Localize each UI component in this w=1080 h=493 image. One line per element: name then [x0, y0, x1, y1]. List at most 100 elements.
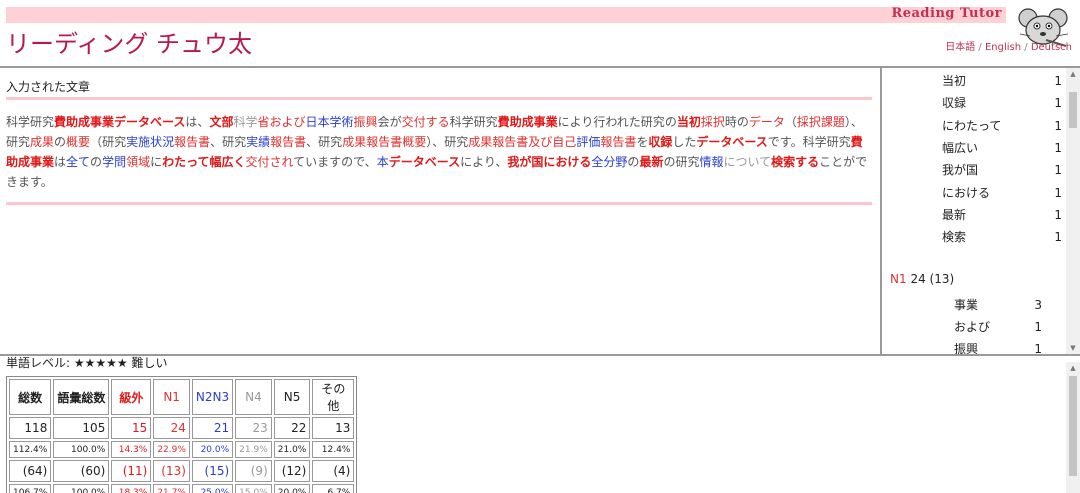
word-text: 我が国 [942, 163, 979, 178]
passage-word-kw[interactable]: 当初 [677, 115, 701, 129]
word-list-item[interactable]: 事業 3 [954, 294, 1042, 316]
passage-text: に [150, 155, 163, 169]
passage-text: （ [784, 115, 797, 129]
word-list-item[interactable]: 当初 1 [942, 70, 1062, 92]
word-list-item[interactable]: における 1 [942, 182, 1062, 204]
group-level: N1 [890, 272, 907, 287]
passage-word-n1[interactable]: 交付する [402, 115, 450, 129]
passage-word-n1[interactable]: 採択課題 [797, 115, 845, 129]
word-count: 1 [1054, 140, 1062, 155]
word-list-item[interactable]: 振興 1 [954, 338, 1042, 354]
stat-cell-n5: 20.0% [273, 484, 311, 493]
word-list-item[interactable]: 幅広い 1 [942, 137, 1062, 159]
stat-cell-n1: 24 [153, 417, 190, 439]
passage-word-kw[interactable]: 最新 [639, 155, 663, 169]
passage-text: ていますので、 [293, 155, 377, 169]
lang-link-english[interactable]: English [985, 42, 1021, 53]
stats-row-small: 106.7% 100.0% 18.3% 21.7% 25.0% 15.0% 20.0% 6.7… [9, 484, 355, 493]
passage-word-n2[interactable]: 本 [377, 155, 389, 169]
passage-word-n1[interactable]: および [269, 115, 305, 129]
passage-word-kw[interactable]: 収録 [648, 135, 672, 149]
word-text: 収録 [942, 96, 967, 111]
passage-text: ）、研究 [426, 135, 469, 149]
passage-word-n2[interactable]: 実績 [246, 135, 270, 149]
passage-word-kw[interactable]: 費助成事業 [498, 115, 558, 129]
passage-word-n2[interactable]: 実施 [126, 135, 150, 149]
passage-word-kw[interactable]: 我が国における [507, 155, 591, 169]
word-list-item[interactable]: 我が国 1 [942, 159, 1062, 181]
passage-word-kw[interactable]: 文部 [209, 115, 233, 129]
passage-word-kw[interactable]: わたって幅広く [162, 155, 245, 169]
passage-text: 科学研究 [449, 115, 498, 129]
word-list-item[interactable]: 収録 1 [942, 92, 1062, 114]
passage-text: は、 [185, 115, 210, 129]
passage-word-n1[interactable]: 報告書 [600, 135, 636, 149]
word-list-item[interactable]: および 1 [954, 316, 1042, 338]
header-out-of-level: 級外 [111, 379, 152, 415]
passage-word-n1[interactable]: 省 [257, 115, 269, 129]
word-list-item[interactable]: にわたって 1 [942, 115, 1062, 137]
stats-scrollbar[interactable]: ▲ [1066, 362, 1080, 493]
passage-word-n1[interactable]: 報告書 [174, 135, 210, 149]
passage-word-n2[interactable]: 全て [66, 155, 90, 169]
passage-word-n1[interactable]: データ [749, 115, 785, 129]
header-n1: N1 [153, 379, 190, 415]
scroll-up-arrow-icon[interactable]: ▲ [1066, 362, 1080, 374]
passage-word-n2[interactable]: 評価 [576, 135, 600, 149]
passage-word-n1[interactable]: 報告書 [366, 135, 402, 149]
passage-word-n4[interactable]: について [724, 155, 772, 169]
scroll-up-arrow-icon[interactable]: ▲ [1066, 68, 1080, 80]
lang-link-deutsch[interactable]: Deutsch [1031, 42, 1072, 53]
passage-word-n2[interactable]: 学問 [102, 155, 126, 169]
group-summary: 24 (13) [910, 272, 955, 287]
passage-word-n2[interactable]: 全分野 [591, 155, 627, 169]
word-level-rating: 単語レベル: ★★★★★ 難しい [6, 356, 168, 370]
passage-word-n2[interactable]: 学術 [330, 115, 354, 129]
passage-word-kw[interactable]: 検索する [771, 155, 819, 169]
stats-body: 118 105 15 24 21 23 22 13 112.4% 100.0% 14.3% 22.9%… [9, 417, 355, 493]
divider [6, 97, 872, 100]
passage-word-n1[interactable]: 及び [528, 135, 552, 149]
lang-link-japanese[interactable]: 日本語 [945, 42, 975, 53]
passage-word-kw[interactable]: 費助成事業データベース [54, 115, 185, 129]
word-list-item[interactable]: 検索 1 [942, 226, 1062, 248]
passage-word-n1[interactable]: 領域 [126, 155, 150, 169]
word-list-panel: 当初 1 収録 1 にわたって 1 幅広い 1 我が国 1 における 1 最新 1 検索 1 N1 24 (13… [880, 66, 1080, 356]
header-n2n3: N2N3 [191, 379, 234, 415]
passage-word-n1[interactable]: 成果 [468, 135, 492, 149]
word-list-scrollbar[interactable]: ▲ ▼ [1066, 68, 1080, 354]
passage-word-n2[interactable]: 日本 [306, 115, 330, 129]
passage-word-kw[interactable]: データベース [696, 135, 767, 149]
passage-text: は [54, 155, 67, 169]
scrollbar-thumb[interactable] [1069, 92, 1077, 128]
word-count: 1 [1054, 96, 1062, 111]
passage-word-n1[interactable]: 成果 [342, 135, 366, 149]
passage-word-n1[interactable]: 振興 [354, 115, 378, 129]
scroll-down-arrow-icon[interactable]: ▼ [1066, 342, 1080, 354]
passage-word-n1[interactable]: 自己 [552, 135, 576, 149]
passage-text: 研究 [640, 115, 665, 129]
word-list-item[interactable]: 最新 1 [942, 204, 1062, 226]
stat-cell-vocab-total: 100.0% [53, 441, 110, 458]
passage-word-n1[interactable]: 採択 [701, 115, 725, 129]
divider [6, 202, 872, 205]
passage-word-n2[interactable]: 状況 [150, 135, 174, 149]
passage-word-n1[interactable]: 成果 [30, 135, 54, 149]
passage-word-n4[interactable]: 科学 [233, 115, 257, 129]
word-group-header-n1[interactable]: N1 24 (13) [890, 272, 954, 286]
lang-separator: / [975, 42, 985, 53]
word-count: 1 [1054, 185, 1062, 200]
passage-word-n1[interactable]: 交付され [246, 155, 294, 169]
passage-word-kw[interactable]: データベース [389, 155, 460, 169]
passage-word-n1[interactable]: 報告書 [270, 135, 306, 149]
passage-word-n1[interactable]: 概要 [402, 135, 426, 149]
passage-text: 時の [724, 115, 749, 129]
stat-cell-n4: 23 [235, 417, 272, 439]
word-count: 1 [1054, 74, 1062, 88]
language-switcher: 日本語 / English / Deutsch [945, 38, 1072, 53]
passage-word-n1[interactable]: 概要 [66, 135, 90, 149]
scrollbar-thumb[interactable] [1069, 376, 1077, 476]
passage-word-n2[interactable]: 情報 [699, 155, 723, 169]
reading-tutor-logo: Reading Tutor [891, 6, 1002, 21]
passage-word-n1[interactable]: 報告書 [492, 135, 528, 149]
